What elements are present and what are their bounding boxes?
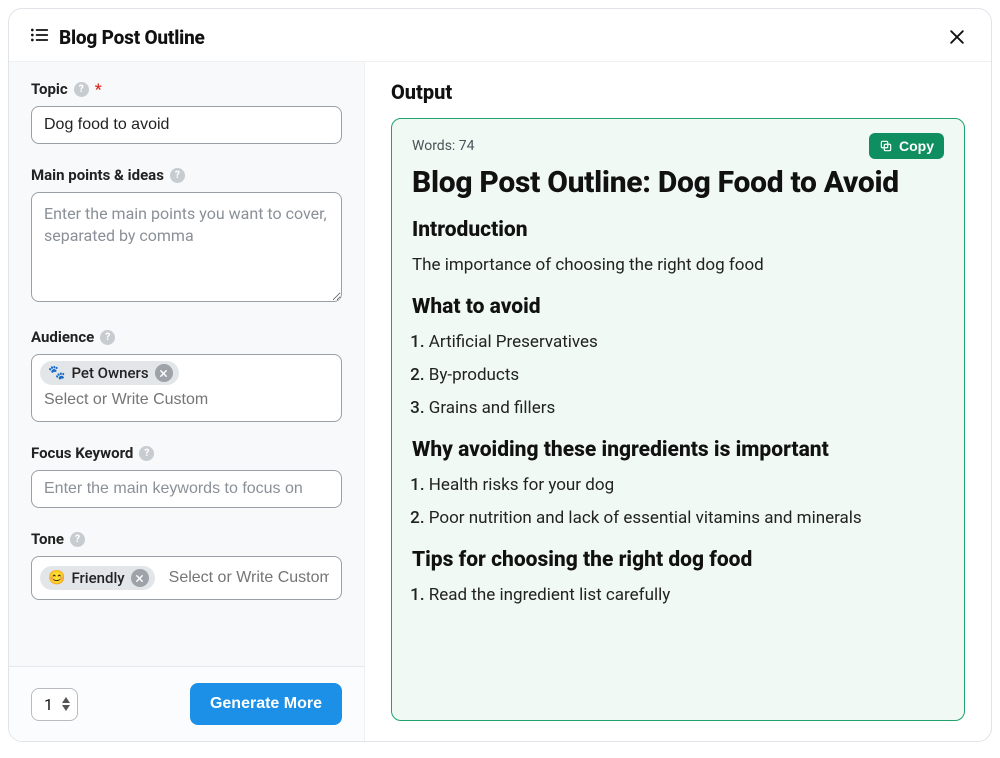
copy-button[interactable]: Copy bbox=[869, 133, 944, 159]
focus-keyword-input[interactable] bbox=[31, 470, 342, 508]
output-heading: Blog Post Outline: Dog Food to Avoid bbox=[412, 165, 944, 200]
output-card: Words: 74 Copy Blog Post Outline: Dog Fo… bbox=[391, 118, 965, 721]
field-focus-keyword: Focus Keyword ? bbox=[31, 444, 342, 508]
section-intro-heading: Introduction bbox=[412, 218, 944, 242]
chip-remove-icon[interactable] bbox=[131, 569, 149, 587]
quantity-stepper[interactable]: 1 bbox=[31, 688, 78, 721]
paw-icon: 🐾 bbox=[48, 365, 65, 381]
section-why-heading: Why avoiding these ingredients is import… bbox=[412, 438, 944, 462]
sidebar-footer: 1 Generate More bbox=[9, 666, 364, 741]
audience-input[interactable]: 🐾 Pet Owners bbox=[31, 354, 342, 422]
form-sidebar: Topic ? * Main points & ideas ? Audi bbox=[9, 62, 365, 741]
avoid-list: Artificial Preservatives By-products Gra… bbox=[412, 331, 944, 420]
close-button[interactable] bbox=[943, 23, 971, 51]
modal-blog-post-outline: Blog Post Outline Topic ? * Main bbox=[8, 8, 992, 742]
quantity-value: 1 bbox=[44, 695, 53, 714]
topic-label: Topic bbox=[31, 80, 68, 98]
output-panel: Output Words: 74 Copy Blog Post Outline:… bbox=[365, 62, 991, 741]
output-title: Output bbox=[391, 80, 965, 104]
field-audience: Audience ? 🐾 Pet Owners bbox=[31, 328, 342, 422]
field-main-points: Main points & ideas ? bbox=[31, 166, 342, 306]
focus-keyword-label: Focus Keyword bbox=[31, 444, 133, 462]
required-indicator: * bbox=[95, 80, 102, 98]
tone-label: Tone bbox=[31, 530, 64, 548]
audience-placeholder-input[interactable] bbox=[40, 385, 255, 415]
chip-remove-icon[interactable] bbox=[155, 364, 173, 382]
why-list: Health risks for your dog Poor nutrition… bbox=[412, 474, 944, 530]
tone-chip-label: Friendly bbox=[71, 569, 124, 587]
list-item: Health risks for your dog bbox=[429, 474, 944, 497]
audience-chip[interactable]: 🐾 Pet Owners bbox=[40, 361, 179, 385]
help-icon[interactable]: ? bbox=[170, 168, 185, 183]
tone-placeholder-input[interactable] bbox=[165, 563, 333, 593]
modal-title: Blog Post Outline bbox=[59, 26, 205, 49]
list-item: Poor nutrition and lack of essential vit… bbox=[429, 507, 944, 530]
section-intro-text: The importance of choosing the right dog… bbox=[412, 254, 944, 277]
list-item: Read the ingredient list carefully bbox=[429, 584, 944, 607]
field-tone: Tone ? 😊 Friendly bbox=[31, 530, 342, 600]
copy-button-label: Copy bbox=[899, 138, 934, 154]
help-icon[interactable]: ? bbox=[139, 446, 154, 461]
outline-icon bbox=[29, 25, 49, 49]
main-points-label: Main points & ideas bbox=[31, 166, 164, 184]
tone-chip[interactable]: 😊 Friendly bbox=[40, 566, 155, 590]
list-item: By-products bbox=[429, 364, 944, 387]
main-points-textarea[interactable] bbox=[31, 192, 342, 302]
section-tips-heading: Tips for choosing the right dog food bbox=[412, 548, 944, 572]
topic-input[interactable] bbox=[31, 106, 342, 144]
help-icon[interactable]: ? bbox=[100, 330, 115, 345]
list-item: Artificial Preservatives bbox=[429, 331, 944, 354]
generate-more-button[interactable]: Generate More bbox=[190, 683, 342, 725]
help-icon[interactable]: ? bbox=[70, 532, 85, 547]
tips-list: Read the ingredient list carefully bbox=[412, 584, 944, 607]
stepper-arrows[interactable] bbox=[61, 696, 71, 712]
field-topic: Topic ? * bbox=[31, 80, 342, 144]
section-avoid-heading: What to avoid bbox=[412, 295, 944, 319]
tone-input[interactable]: 😊 Friendly bbox=[31, 556, 342, 600]
list-item: Grains and fillers bbox=[429, 397, 944, 420]
smiley-icon: 😊 bbox=[48, 570, 65, 586]
word-count: Words: 74 bbox=[412, 138, 475, 154]
audience-chip-label: Pet Owners bbox=[71, 364, 148, 382]
audience-label: Audience bbox=[31, 328, 94, 346]
help-icon[interactable]: ? bbox=[74, 82, 89, 97]
modal-header: Blog Post Outline bbox=[9, 9, 991, 62]
